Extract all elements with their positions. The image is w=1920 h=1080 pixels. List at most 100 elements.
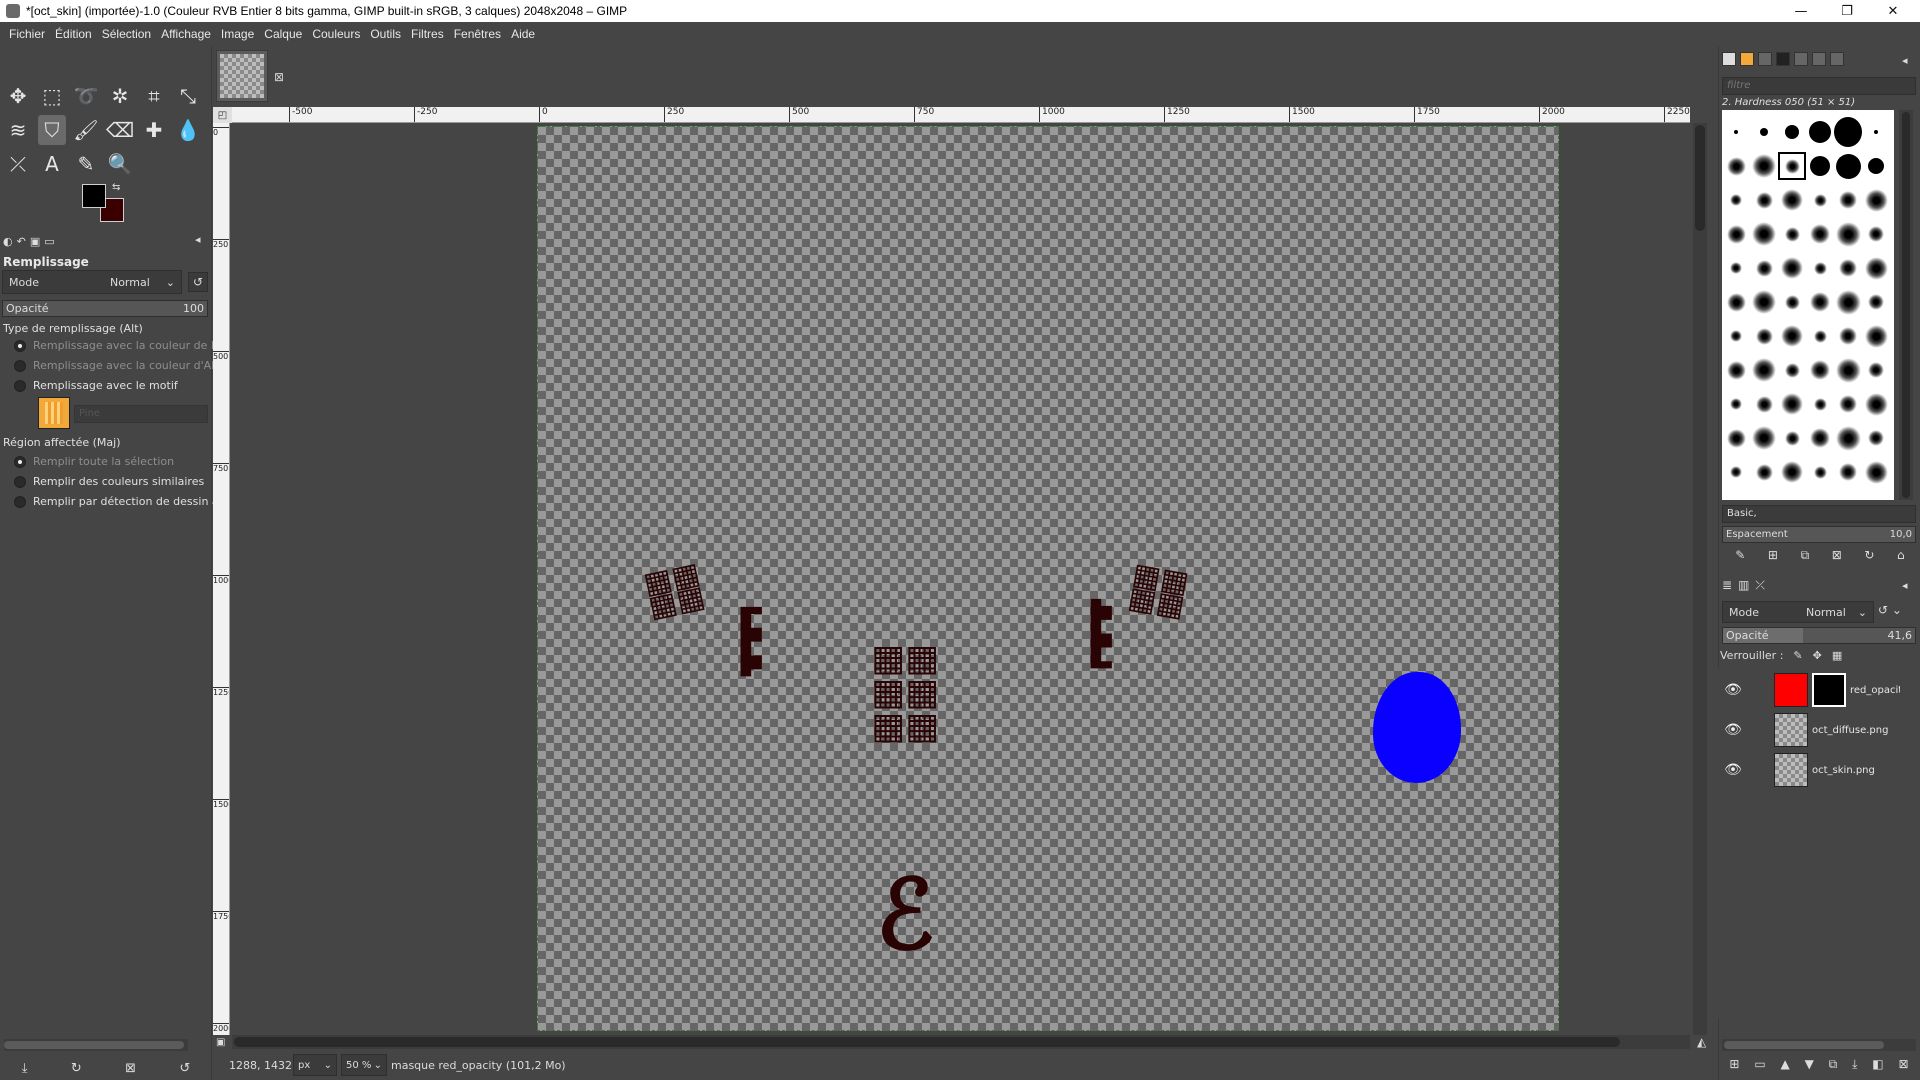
brush-cell[interactable] (1862, 458, 1890, 486)
brush-cell[interactable] (1722, 254, 1750, 282)
brush-cell[interactable] (1862, 254, 1890, 282)
new-layer-group-icon[interactable]: ▭ (1754, 1057, 1765, 1077)
color-picker-tool-icon[interactable]: ✎ (72, 149, 100, 179)
region-similar-radio[interactable]: Remplir des couleurs similaires (14, 475, 204, 488)
brush-cell[interactable] (1806, 458, 1834, 486)
layer-name[interactable]: red_opacity (1850, 685, 1900, 696)
lock-pixels-icon[interactable]: ✎ (1793, 649, 1802, 662)
gradients-tab-icon[interactable] (1776, 52, 1790, 66)
brush-cell[interactable] (1778, 220, 1806, 248)
swap-colors-icon[interactable]: ⇆ (112, 182, 120, 193)
brush-cell[interactable] (1778, 288, 1806, 316)
scroll-thumb[interactable] (1695, 125, 1705, 231)
brush-cell[interactable] (1722, 152, 1750, 180)
vertical-ruler[interactable]: 0 250 500 750 1000 1250 1500 1750 2000 (213, 123, 230, 1035)
transform-tool-icon[interactable]: ⤡ (174, 81, 202, 111)
lock-alpha-icon[interactable]: ▦ (1832, 649, 1842, 662)
brush-spacing-slider[interactable]: Espacement 10,0 (1722, 526, 1916, 543)
brush-cell[interactable] (1750, 356, 1778, 384)
smudge-tool-icon[interactable]: 💧 (174, 115, 202, 145)
brush-cell[interactable] (1834, 424, 1862, 452)
crop-tool-icon[interactable]: ⌗ (140, 81, 168, 111)
palettes-tab-icon[interactable] (1794, 52, 1808, 66)
opacity-slider[interactable]: Opacité 100 (2, 300, 208, 317)
layer-mode-buttons[interactable]: ↺ ⌄ (1878, 603, 1902, 617)
foreground-color-swatch[interactable] (82, 184, 106, 208)
brush-tag-select[interactable]: Basic, (1722, 505, 1916, 523)
scroll-thumb[interactable] (4, 1041, 184, 1049)
zoom-select[interactable]: 50 % ⌄ (341, 1054, 387, 1076)
paint-dynamics-tab-icon[interactable] (1812, 52, 1826, 66)
scroll-thumb[interactable] (1902, 112, 1910, 498)
reset-options-icon[interactable]: ↺ (179, 1061, 190, 1076)
brush-cell[interactable] (1806, 390, 1834, 418)
fill-bg-radio[interactable]: Remplissage avec la couleur d'AP (14, 359, 218, 372)
brush-cell[interactable] (1778, 254, 1806, 282)
brush-cell[interactable] (1862, 356, 1890, 384)
brush-cell[interactable] (1834, 322, 1862, 350)
brush-cell[interactable] (1834, 288, 1862, 316)
layer-name[interactable]: oct_diffuse.png (1812, 725, 1902, 736)
brush-cell[interactable] (1862, 186, 1890, 214)
navigate-icon[interactable]: ◭ (1697, 1035, 1706, 1049)
scroll-thumb[interactable] (234, 1037, 1620, 1047)
brush-cell[interactable] (1862, 390, 1890, 418)
layer-mask-thumbnail[interactable] (1812, 673, 1846, 707)
paintbrush-tool-icon[interactable]: 🖌 (72, 115, 100, 145)
brush-cell[interactable] (1778, 458, 1806, 486)
brush-cell[interactable] (1778, 424, 1806, 452)
region-line-art-radio[interactable]: Remplir par détection de dessin au (14, 495, 226, 508)
paths-tool-icon[interactable]: ⤫ (4, 149, 32, 179)
brush-cell[interactable] (1722, 458, 1750, 486)
brush-cell[interactable] (1778, 390, 1806, 418)
brush-cell[interactable] (1722, 220, 1750, 248)
layer-opacity-slider[interactable]: Opacité 41,6 (1722, 627, 1916, 644)
region-all-radio[interactable]: Remplir toute la sélection (14, 455, 174, 468)
channels-tab-icon[interactable]: ▥ (1738, 578, 1749, 596)
brush-cell[interactable] (1778, 322, 1806, 350)
brush-cell[interactable] (1806, 118, 1834, 146)
image-tab-thumbnail[interactable] (216, 50, 268, 102)
tool-presets-tab-icon[interactable] (1830, 52, 1844, 66)
unit-select[interactable]: px ⌄ (293, 1054, 337, 1076)
brush-cell[interactable] (1750, 322, 1778, 350)
brush-cell[interactable] (1834, 152, 1862, 180)
free-select-tool-icon[interactable]: ➰ (72, 81, 100, 111)
brush-cell[interactable] (1834, 458, 1862, 486)
bucket-fill-tool-icon[interactable]: ⛉ (38, 115, 66, 145)
fuzzy-select-tool-icon[interactable]: ✲ (106, 81, 134, 111)
brush-cell[interactable] (1722, 424, 1750, 452)
brush-cell[interactable] (1750, 254, 1778, 282)
ruler-corner[interactable]: ◰ (213, 107, 232, 123)
raise-layer-icon[interactable]: ▲ (1781, 1057, 1790, 1077)
duplicate-brush-icon[interactable]: ⧉ (1801, 548, 1810, 566)
maximize-button[interactable]: ❐ (1824, 0, 1870, 22)
brush-cell[interactable] (1806, 356, 1834, 384)
brush-cell[interactable] (1862, 152, 1890, 180)
eye-icon[interactable]: 👁 (1718, 682, 1748, 698)
brush-cell[interactable] (1722, 356, 1750, 384)
brush-cell[interactable] (1750, 186, 1778, 214)
brush-cell[interactable] (1722, 322, 1750, 350)
duplicate-layer-icon[interactable]: ⧉ (1829, 1057, 1838, 1077)
brush-cell[interactable] (1834, 117, 1862, 147)
configure-tab-icon[interactable]: ◂ (1902, 579, 1908, 592)
brush-cell[interactable] (1778, 356, 1806, 384)
rect-select-tool-icon[interactable]: ⬚ (38, 81, 66, 111)
menu-edition[interactable]: Édition (50, 27, 97, 41)
menu-calque[interactable]: Calque (259, 27, 307, 41)
brush-cell[interactable] (1722, 186, 1750, 214)
fill-fg-radio[interactable]: Remplissage avec la couleur de PP (14, 339, 224, 352)
tool-options-hscrollbar[interactable] (4, 1039, 188, 1051)
layer-row-red-opacity[interactable]: 👁 red_opacity (1718, 670, 1920, 710)
brush-cell[interactable] (1834, 220, 1862, 248)
brush-cell[interactable] (1722, 118, 1750, 146)
brush-cell[interactable] (1834, 356, 1862, 384)
restore-options-icon[interactable]: ↻ (71, 1061, 82, 1076)
layer-row-oct-diffuse[interactable]: 👁 oct_diffuse.png (1718, 710, 1920, 750)
brush-cell[interactable] (1778, 118, 1806, 146)
new-layer-icon[interactable]: ⊞ (1729, 1057, 1739, 1077)
brush-cell[interactable] (1806, 424, 1834, 452)
brush-cell[interactable] (1806, 152, 1834, 180)
configure-tab-icon[interactable]: ◂ (195, 233, 201, 246)
